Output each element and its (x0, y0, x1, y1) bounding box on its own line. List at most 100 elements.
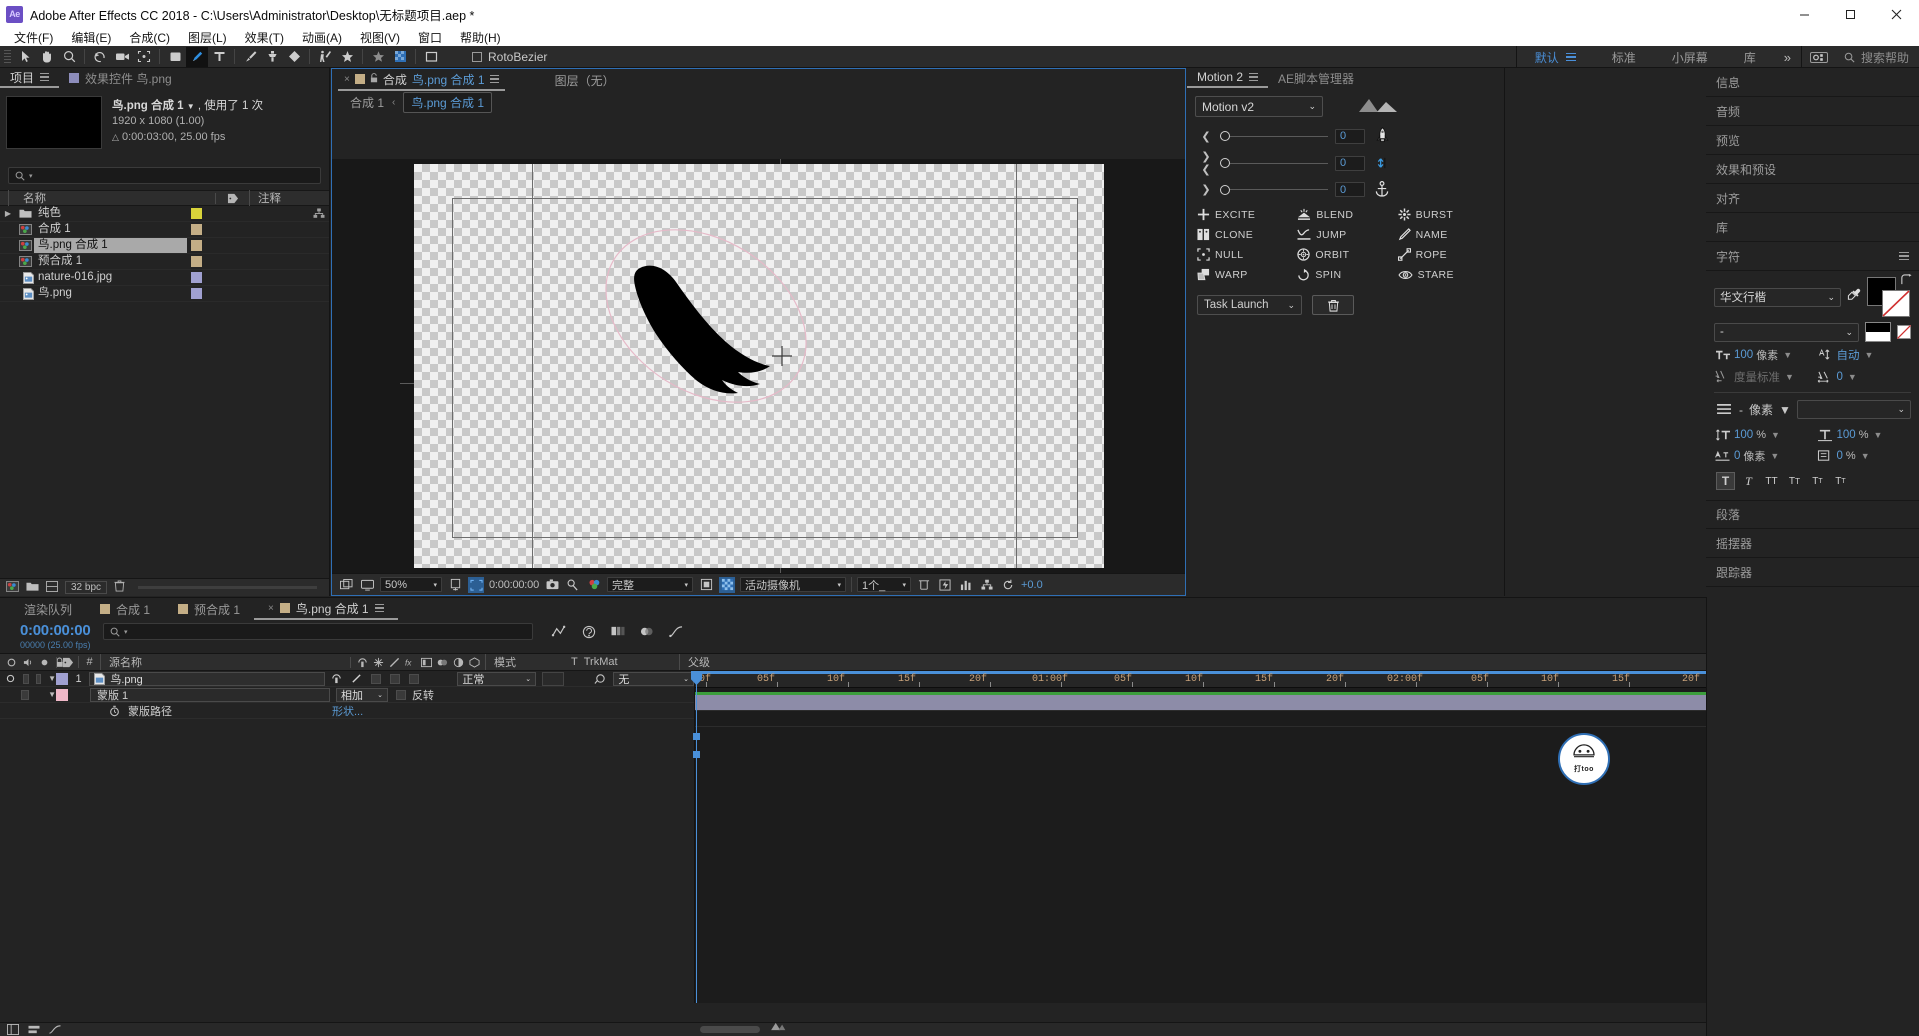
timeline-graph-icon[interactable] (958, 577, 974, 593)
lock-icon[interactable] (370, 72, 378, 86)
tab-ae-script-manager[interactable]: AE脚本管理器 (1268, 68, 1364, 88)
source-name-column-header[interactable]: 源名称 (100, 654, 350, 670)
project-settings-icon[interactable] (46, 580, 58, 595)
orbit-button[interactable]: ORBIT (1297, 248, 1393, 261)
section-effects-presets[interactable]: 效果和预设 (1706, 155, 1919, 184)
timeline-track-area[interactable]: 0f 05f 10f 15f 20f 01:00f 05f 10f 15f 20… (691, 671, 1706, 1003)
table-row[interactable]: ▼ 蒙版 1 相加 ⌄ 反转 (0, 687, 694, 703)
source-name-cell[interactable]: 鸟.png (89, 671, 325, 686)
mask-duration-bar[interactable] (695, 711, 1706, 727)
chevron-down-icon[interactable]: ▼ (1771, 430, 1780, 440)
new-folder-icon[interactable] (26, 581, 39, 595)
leading-field[interactable]: 自动 ▼ (1817, 347, 1912, 363)
timeline-current-time[interactable]: 0:00:00:00 00000 (25.00 fps) (0, 620, 95, 650)
resolution-select[interactable]: 完整 ▾ (607, 577, 693, 592)
label-color[interactable] (187, 256, 221, 267)
font-family-select[interactable]: 华文行楷 ⌄ (1714, 287, 1841, 307)
menu-item-view[interactable]: 视图(V) (352, 28, 408, 47)
updown-arrow-icon[interactable] (1372, 154, 1392, 172)
chevron-down-icon[interactable]: ▼ (1779, 403, 1791, 417)
graph-editor-icon[interactable] (667, 623, 684, 640)
transparency-grid-icon[interactable] (698, 577, 714, 593)
3d-layer-icon[interactable] (469, 656, 480, 668)
motion-blur-icon[interactable] (437, 657, 448, 668)
motion-slider-2[interactable] (1220, 158, 1328, 169)
new-composition-icon[interactable] (6, 580, 19, 595)
checkerboard-tool-icon[interactable] (389, 47, 411, 67)
jump-button[interactable]: JUMP (1297, 228, 1393, 241)
layer-duration-bar[interactable] (695, 695, 1706, 711)
rotation-tool-icon[interactable] (89, 47, 111, 67)
mask-label-color[interactable] (56, 688, 68, 701)
toolbar-grip[interactable] (4, 49, 11, 65)
reset-exposure-icon[interactable] (1000, 577, 1016, 593)
motion-slider-1[interactable] (1220, 131, 1328, 142)
list-item[interactable]: 鸟.png 合成 1 (0, 238, 329, 254)
close-tab-icon[interactable]: × (268, 603, 274, 614)
sync-settings-icon[interactable] (1802, 46, 1836, 68)
region-of-interest-icon[interactable] (468, 576, 484, 593)
section-character[interactable]: 字符 (1706, 242, 1919, 271)
eraser-tool-icon[interactable] (283, 47, 305, 67)
all-caps-button[interactable]: TT (1762, 472, 1781, 490)
maximize-button[interactable] (1827, 0, 1873, 28)
frame-blend-icon[interactable] (421, 657, 432, 668)
task-launch-select[interactable]: Task Launch ⌄ (1197, 295, 1302, 315)
blend-mode-select[interactable]: 正常 ⌄ (457, 671, 537, 686)
toggle-switches-modes-icon[interactable] (6, 1023, 19, 1036)
delete-task-button[interactable] (1312, 295, 1354, 315)
workspace-more-icon[interactable]: » (1774, 50, 1801, 65)
collapse-icon[interactable]: ❯❮ (1199, 150, 1213, 176)
pan-behind-tool-icon[interactable] (133, 47, 155, 67)
eye-icon[interactable] (6, 657, 17, 668)
property-value[interactable]: 形状... (332, 703, 363, 719)
pen-tool-icon[interactable] (186, 46, 208, 67)
tab-precomp-1[interactable]: 预合成 1 (164, 598, 254, 620)
list-item[interactable]: 鸟.png (0, 286, 329, 302)
tab-composition-1[interactable]: 合成 1 (86, 598, 164, 620)
rotobezier-checkbox[interactable] (472, 51, 482, 62)
keyframe-marker[interactable] (693, 733, 700, 740)
solo-icon[interactable] (40, 658, 49, 667)
mode-column-header[interactable]: 模式 (485, 654, 571, 670)
toggle-layer-bars-icon[interactable] (27, 1023, 40, 1036)
character-panel-menu-icon[interactable] (1899, 251, 1909, 261)
chevron-down-icon[interactable]: ▼ (1770, 451, 1779, 461)
label-color[interactable] (187, 288, 221, 299)
menu-item-effect[interactable]: 效果(T) (237, 28, 292, 47)
burst-button[interactable]: BURST (1398, 208, 1494, 221)
stroke-style-select[interactable]: ⌄ (1796, 400, 1911, 419)
blend-button[interactable]: BLEND (1297, 208, 1393, 221)
adjustment-icon[interactable] (453, 657, 464, 668)
main-viewer-icon[interactable] (338, 577, 354, 593)
label-column-header[interactable] (56, 656, 78, 668)
section-wiggler[interactable]: 摇摆器 (1706, 529, 1919, 558)
puppet-pin-tool-icon[interactable] (336, 47, 358, 67)
column-comment[interactable]: 注释 (249, 190, 329, 206)
section-align[interactable]: 对齐 (1706, 184, 1919, 213)
horizontal-scale-field[interactable]: 100 % ▼ (1817, 427, 1912, 442)
no-fill-icon[interactable] (1897, 325, 1911, 339)
selection-tool-icon[interactable] (14, 47, 36, 67)
label-color[interactable] (187, 240, 221, 251)
kerning-field[interactable]: 度量标准 ▼ (1714, 369, 1809, 385)
motion-slider-3-value[interactable]: 0 (1335, 182, 1365, 197)
label-color[interactable] (187, 224, 221, 235)
current-time-indicator[interactable] (691, 671, 702, 1003)
hand-tool-icon[interactable] (36, 47, 58, 67)
table-row[interactable]: 蒙版路径 形状... (0, 703, 694, 719)
parent-pickwhip-icon[interactable] (592, 673, 608, 685)
section-preview[interactable]: 预览 (1706, 126, 1919, 155)
section-library[interactable]: 库 (1706, 213, 1919, 242)
minimize-button[interactable] (1781, 0, 1827, 28)
motion-slider-3[interactable] (1220, 184, 1328, 195)
label-color[interactable] (187, 208, 221, 219)
horizontal-scrollbar[interactable] (700, 1026, 760, 1033)
always-preview-icon[interactable] (359, 577, 375, 593)
motion-blur-icon[interactable] (638, 623, 655, 640)
anchor-icon[interactable] (1372, 181, 1392, 198)
stroke-width-value[interactable]: - (1739, 403, 1743, 417)
menu-item-file[interactable]: 文件(F) (6, 28, 61, 47)
breadcrumb-current[interactable]: 鸟.png 合成 1 (403, 91, 493, 113)
excite-button[interactable]: EXCITE (1197, 208, 1293, 221)
